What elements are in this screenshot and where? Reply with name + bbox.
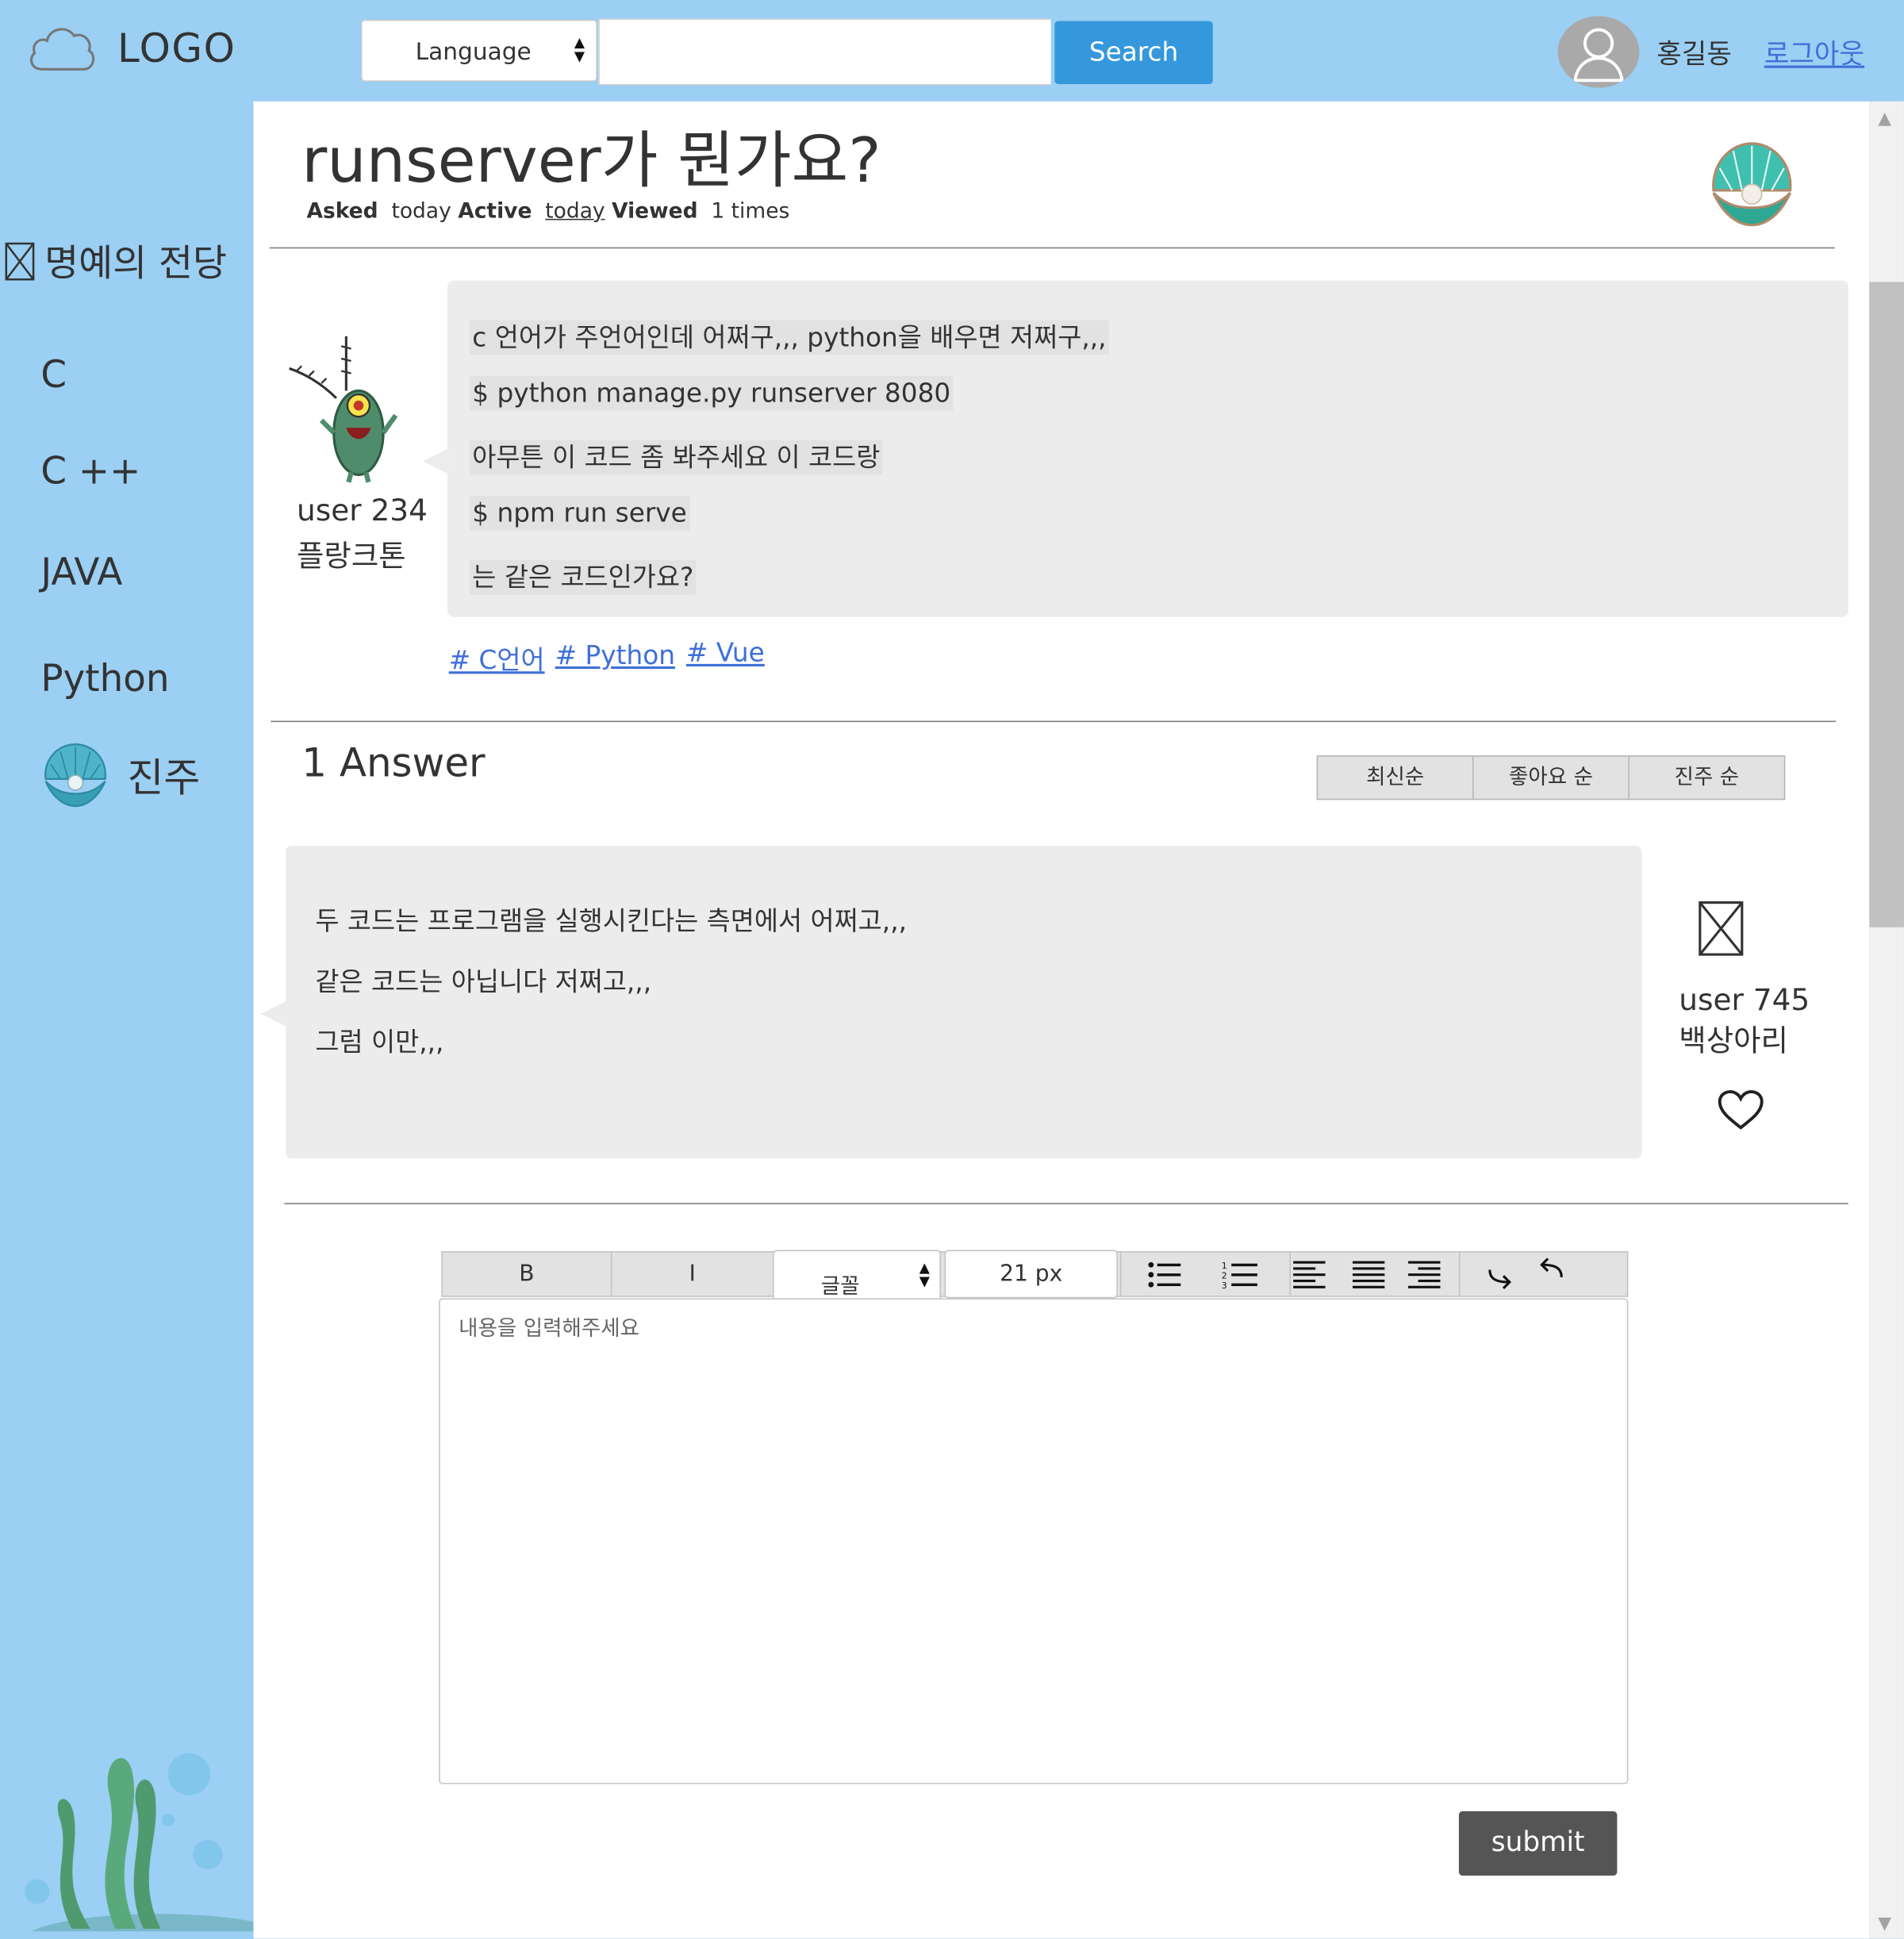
- scroll-thumb[interactable]: [1869, 282, 1904, 927]
- numbered-list-icon[interactable]: 1 2 3: [1222, 1260, 1259, 1289]
- editor-toolbar: B I 글꼴 ▲ ▼ 21 px 1 2 3: [441, 1250, 1629, 1301]
- tag-vue[interactable]: # Vue: [686, 638, 765, 667]
- svg-text:2: 2: [1222, 1270, 1227, 1281]
- answer-sort-group: 최신순 좋아요 순 진주 순: [1316, 755, 1786, 801]
- align-left-icon[interactable]: [1293, 1260, 1326, 1289]
- pearl-shell-icon[interactable]: [1709, 141, 1795, 230]
- svg-text:1: 1: [1222, 1261, 1227, 1271]
- asked-value: today: [391, 198, 451, 225]
- font-select[interactable]: 글꼴 ▲ ▼: [773, 1250, 941, 1301]
- question-author[interactable]: user 234 플랑크톤: [297, 489, 428, 580]
- sidebar-item-java[interactable]: JAVA: [40, 551, 122, 595]
- seaweed-illustration: [25, 1753, 255, 1932]
- question-code-line: $ python manage.py runserver 8080: [470, 375, 954, 411]
- active-value[interactable]: today: [545, 199, 605, 224]
- logo-text[interactable]: LOGO: [117, 25, 236, 71]
- hall-of-fame-box-icon: [5, 242, 35, 281]
- user-avatar-icon[interactable]: [1557, 16, 1640, 88]
- align-right-icon[interactable]: [1408, 1260, 1441, 1289]
- sort-likes-button[interactable]: 좋아요 순: [1474, 756, 1630, 799]
- select-arrows-icon: ▲ ▼: [919, 1260, 930, 1290]
- author-id: user 234: [297, 493, 428, 528]
- answer-count: 1 Answer: [301, 739, 486, 787]
- italic-button[interactable]: I: [612, 1252, 774, 1296]
- question-line: 아무튼 이 코드 좀 봐주세요 이 코드랑: [470, 438, 883, 475]
- toolbar-separator: [1119, 1252, 1122, 1296]
- tag-python[interactable]: # Python: [555, 640, 675, 670]
- sidebar-item-c[interactable]: C: [40, 354, 67, 397]
- answer-line: 두 코드는 프로그램을 실행시킨다는 측면에서 어쩌고,,,: [315, 906, 908, 936]
- question-code-line: $ npm run serve: [470, 495, 689, 531]
- question-body: c 언어가 주언어인데 어쩌구,,, python을 배우면 저쩌구,,, $ …: [422, 280, 1848, 617]
- font-size-input[interactable]: 21 px: [944, 1250, 1118, 1299]
- language-select[interactable]: Language ▲ ▼: [361, 19, 597, 82]
- viewed-value: 1 times: [711, 198, 790, 225]
- search-input[interactable]: [598, 18, 1051, 86]
- asked-label: Asked: [306, 198, 378, 225]
- scroll-up-arrow-icon[interactable]: ▲: [1878, 109, 1891, 129]
- sidebar: [0, 101, 254, 1939]
- question-line: c 언어가 주언어인데 어쩌구,,, python을 배우면 저쩌구,,,: [470, 318, 1109, 355]
- align-justify-icon[interactable]: [1352, 1260, 1385, 1289]
- undo-icon[interactable]: [1537, 1257, 1564, 1282]
- redo-icon[interactable]: [1488, 1265, 1514, 1289]
- answer-author[interactable]: user 745 백상아리: [1679, 981, 1810, 1062]
- answer-body: 두 코드는 프로그램을 실행시킨다는 측면에서 어쩌고,,, 같은 코드는 아닙…: [260, 845, 1642, 1159]
- divider: [284, 1203, 1848, 1204]
- scroll-down-arrow-icon[interactable]: ▼: [1878, 1914, 1891, 1933]
- user-name: 홍길동: [1656, 39, 1732, 71]
- select-arrows-icon: ▲ ▼: [574, 34, 585, 65]
- answer-line: 같은 코드는 아닙니다 저쩌고,,,: [315, 966, 652, 997]
- heart-icon[interactable]: [1718, 1089, 1764, 1131]
- svg-text:3: 3: [1222, 1281, 1227, 1290]
- placeholder-box-icon[interactable]: [1698, 900, 1745, 958]
- question-title: runserver가 뭔가요?: [301, 125, 881, 197]
- divider: [269, 247, 1835, 249]
- bullet-list-icon[interactable]: [1147, 1260, 1182, 1289]
- sidebar-hall-of-fame[interactable]: 명예의 전당: [5, 232, 227, 287]
- sidebar-item-pearl[interactable]: 진주: [40, 742, 200, 813]
- logout-link[interactable]: 로그아웃: [1764, 33, 1864, 72]
- hall-of-fame-label: 명예의 전당: [44, 242, 228, 286]
- answer-textarea[interactable]: [440, 1299, 1627, 1783]
- toolbar-separator: [1458, 1252, 1461, 1296]
- question-meta: Asked today Active today Viewed 1 times: [306, 199, 789, 224]
- cloud-icon[interactable]: [27, 17, 96, 75]
- language-select-label: Language: [415, 38, 532, 66]
- sidebar-item-python[interactable]: Python: [40, 658, 169, 701]
- toolbar-separator: [1289, 1252, 1291, 1296]
- viewed-label: Viewed: [612, 198, 698, 225]
- author-nickname: 플랑크톤: [297, 539, 406, 574]
- answer-line: 그럼 이만,,,: [315, 1027, 444, 1058]
- active-label: Active: [458, 198, 532, 225]
- sort-pearl-button[interactable]: 진주 순: [1630, 757, 1784, 799]
- author-nickname: 백상아리: [1679, 1023, 1788, 1058]
- sidebar-item-cpp[interactable]: C ++: [40, 450, 140, 493]
- font-select-label: 글꼴: [820, 1274, 860, 1300]
- pearl-shell-icon: [44, 743, 106, 808]
- plankton-avatar[interactable]: [287, 334, 406, 485]
- submit-button[interactable]: submit: [1458, 1811, 1618, 1876]
- search-button[interactable]: Search: [1054, 21, 1213, 84]
- divider: [271, 720, 1837, 723]
- tag-c[interactable]: # C언어: [449, 640, 545, 678]
- bold-button[interactable]: B: [443, 1252, 612, 1296]
- sort-latest-button[interactable]: 최신순: [1318, 756, 1474, 799]
- question-line: 는 같은 코드인가요?: [470, 558, 697, 595]
- top-bar: LOGO Language ▲ ▼ Search 홍길동 로그아웃: [0, 0, 1904, 102]
- sidebar-item-label: 진주: [127, 754, 201, 801]
- author-id: user 745: [1679, 982, 1810, 1018]
- answer-editor: [439, 1298, 1629, 1784]
- vertical-scrollbar[interactable]: ▲ ▼: [1869, 101, 1904, 1939]
